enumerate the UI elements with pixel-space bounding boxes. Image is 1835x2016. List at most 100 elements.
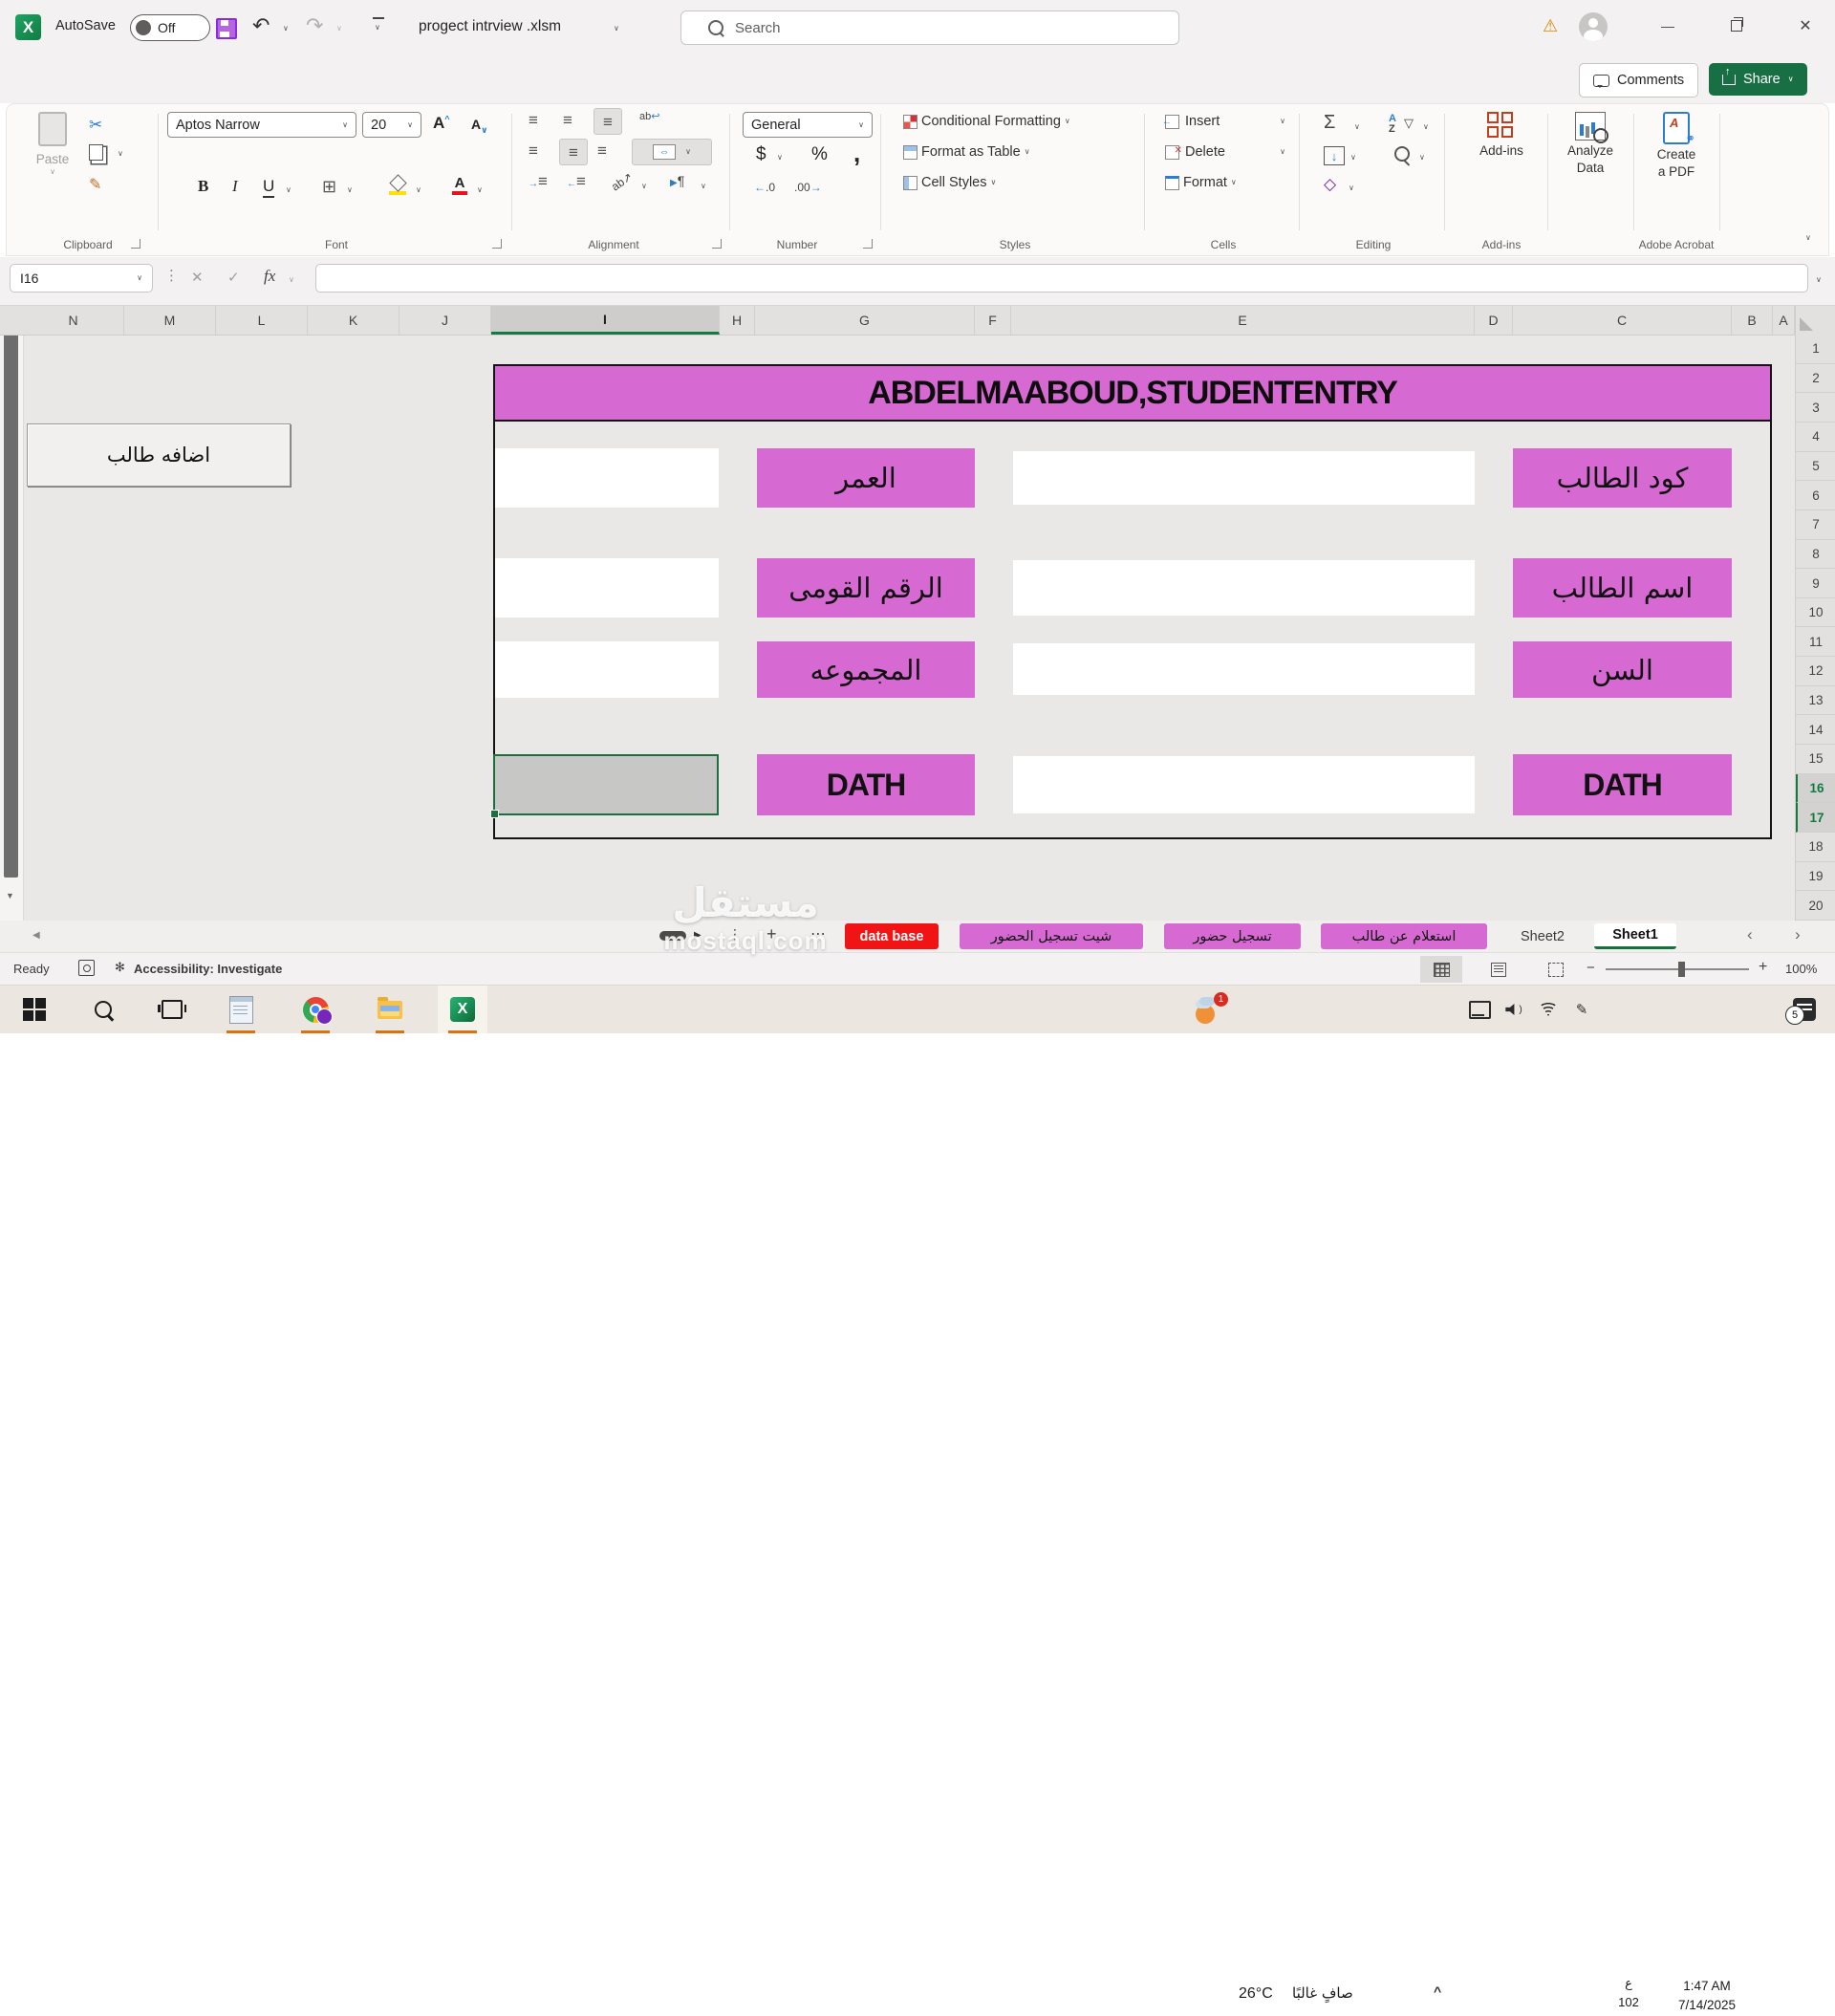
orientation-chevron-icon[interactable]: ∨ xyxy=(641,183,647,190)
create-pdf-button[interactable]: ⚭ Create a PDF xyxy=(1637,112,1716,179)
decrease-decimal-icon[interactable]: .00→ xyxy=(794,181,822,194)
copy-icon[interactable] xyxy=(89,144,103,161)
accounting-chevron-icon[interactable]: ∨ xyxy=(777,154,783,162)
align-middle-icon[interactable]: ≡ xyxy=(563,112,572,128)
row-header-19[interactable]: 19 xyxy=(1796,862,1835,892)
row-header-2[interactable]: 2 xyxy=(1796,364,1835,394)
row-header-5[interactable]: 5 xyxy=(1796,452,1835,482)
clipboard-dialog-launcher[interactable] xyxy=(131,239,140,249)
sheet-tab-6[interactable]: Sheet1 xyxy=(1594,923,1676,949)
enter-icon[interactable]: ✓ xyxy=(227,269,240,286)
decrease-indent-icon[interactable]: →≡ xyxy=(529,173,548,189)
weather-icon[interactable]: 1 xyxy=(1191,986,1229,1033)
zoom-out-icon[interactable]: − xyxy=(1587,960,1595,976)
tray-expand-icon[interactable]: ^ xyxy=(1434,1983,1441,1999)
font-name-combo[interactable]: Aptos Narrow∨ xyxy=(167,112,356,138)
find-chevron-icon[interactable]: ∨ xyxy=(1419,154,1425,162)
row-header-6[interactable]: 6 xyxy=(1796,481,1835,510)
underline-button[interactable]: U xyxy=(263,177,274,198)
selected-cell-I16[interactable] xyxy=(493,754,719,815)
row-header-9[interactable]: 9 xyxy=(1796,569,1835,598)
decrease-font-icon[interactable]: A∨ xyxy=(471,117,487,136)
touchpad-tray-icon[interactable] xyxy=(1462,986,1497,1033)
row-header-7[interactable]: 7 xyxy=(1796,510,1835,540)
filter-funnel-icon[interactable]: ▽ xyxy=(1404,116,1414,131)
document-title[interactable]: progect intrview .xlsm xyxy=(419,18,561,35)
underline-chevron-icon[interactable]: ∨ xyxy=(286,186,291,194)
warning-icon[interactable]: ⚠ xyxy=(1543,16,1558,36)
formula-bar-expand-icon[interactable]: ∨ xyxy=(1816,276,1822,284)
file-explorer-taskbar-icon[interactable] xyxy=(369,986,411,1033)
format-cells-button[interactable]: Format ∨ xyxy=(1165,175,1237,190)
wrap-text-icon[interactable]: ab↩ xyxy=(639,110,659,122)
hscroll-right-icon[interactable]: ▶ xyxy=(694,930,702,941)
text-direction-icon[interactable]: ▶¶ xyxy=(670,173,684,188)
new-sheet-icon[interactable]: + xyxy=(766,924,777,944)
name-box[interactable]: I16 ∨ xyxy=(10,264,153,293)
column-header-B[interactable]: B xyxy=(1732,306,1773,335)
taskbar-search-button[interactable] xyxy=(82,986,124,1033)
column-header-G[interactable]: G xyxy=(755,306,975,335)
undo-chevron-icon[interactable]: ∨ xyxy=(283,25,289,33)
notification-center-button[interactable]: 5 xyxy=(1783,986,1825,1033)
align-center-icon[interactable]: ≡ xyxy=(559,139,588,165)
align-bottom-icon[interactable]: ≡ xyxy=(594,108,622,135)
page-layout-view-button[interactable] xyxy=(1478,956,1520,983)
excel-taskbar-icon[interactable]: X xyxy=(438,986,487,1033)
insert-function-icon[interactable]: fx xyxy=(264,267,275,286)
row-header-8[interactable]: 8 xyxy=(1796,540,1835,570)
form-input-age2[interactable] xyxy=(1013,643,1475,695)
start-button[interactable] xyxy=(13,986,55,1033)
column-header-M[interactable]: M xyxy=(124,306,216,335)
all-sheets-icon[interactable]: ⋯ xyxy=(810,924,826,943)
zoom-level[interactable]: 100% xyxy=(1785,962,1817,976)
paste-button[interactable]: Paste ∨ xyxy=(30,112,76,176)
fill-color-chevron-icon[interactable]: ∨ xyxy=(416,186,421,194)
alignment-dialog-launcher[interactable] xyxy=(712,239,722,249)
fill-chevron-icon[interactable]: ∨ xyxy=(1350,154,1356,162)
search-bar[interactable]: Search xyxy=(680,11,1179,45)
row-header-12[interactable]: 12 xyxy=(1796,657,1835,686)
row-header-17[interactable]: 17 xyxy=(1796,803,1835,833)
clear-icon[interactable]: ◇ xyxy=(1324,175,1336,194)
weather-temp[interactable]: 26°C xyxy=(1239,1985,1273,2003)
column-header-F[interactable]: F xyxy=(975,306,1011,335)
normal-view-button[interactable] xyxy=(1420,956,1462,983)
add-ins-button[interactable]: Add-ins xyxy=(1459,112,1544,158)
orientation-icon[interactable]: ab↗ xyxy=(609,170,635,194)
insert-cells-button[interactable]: ← Insert ∨ xyxy=(1165,114,1285,129)
clear-chevron-icon[interactable]: ∨ xyxy=(1349,184,1354,192)
form-input-age[interactable] xyxy=(495,448,719,508)
notepad-taskbar-icon[interactable] xyxy=(220,986,262,1033)
column-header-K[interactable]: K xyxy=(308,306,399,335)
column-header-A[interactable]: A xyxy=(1773,306,1795,335)
form-input-student-name[interactable] xyxy=(1013,560,1475,616)
page-break-view-button[interactable] xyxy=(1535,956,1577,983)
collapse-ribbon-icon[interactable]: ∨ xyxy=(1805,234,1811,242)
find-select-icon[interactable] xyxy=(1394,146,1410,162)
vertical-scroll-thumb[interactable] xyxy=(4,331,18,878)
form-input-dath[interactable] xyxy=(1013,756,1475,813)
select-all-corner[interactable] xyxy=(1795,306,1835,335)
formula-bar-grip-icon[interactable]: ⋮ xyxy=(164,267,178,284)
column-header-H[interactable]: H xyxy=(720,306,755,335)
row-header-3[interactable]: 3 xyxy=(1796,393,1835,423)
sheet-tab-1[interactable]: data base xyxy=(845,923,939,949)
sheet-tab-5[interactable]: Sheet2 xyxy=(1506,923,1579,949)
vertical-scrollbar[interactable]: ▲ ▼ xyxy=(0,306,24,921)
form-input-group[interactable] xyxy=(495,641,719,698)
hscroll-thumb[interactable] xyxy=(659,931,686,941)
comments-button[interactable]: Comments xyxy=(1579,63,1698,98)
accessibility-status[interactable]: Accessibility: Investigate xyxy=(134,962,282,976)
title-chevron-icon[interactable]: ∨ xyxy=(614,25,619,33)
qat-customize-icon[interactable] xyxy=(373,17,384,19)
fx-chevron-icon[interactable]: ∨ xyxy=(289,276,294,284)
volume-tray-icon[interactable]: ) xyxy=(1499,986,1529,1033)
autosave-toggle[interactable]: Off xyxy=(130,14,210,41)
zoom-slider[interactable] xyxy=(1606,968,1749,970)
format-as-table-button[interactable]: Format as Table ∨ xyxy=(903,144,1030,160)
undo-icon[interactable]: ↶ xyxy=(252,13,270,38)
autosum-icon[interactable]: Σ xyxy=(1324,112,1335,134)
delete-cells-button[interactable]: ✕ Delete ∨ xyxy=(1165,144,1285,160)
qat-customize-chevron-icon[interactable]: ∨ xyxy=(375,24,380,32)
